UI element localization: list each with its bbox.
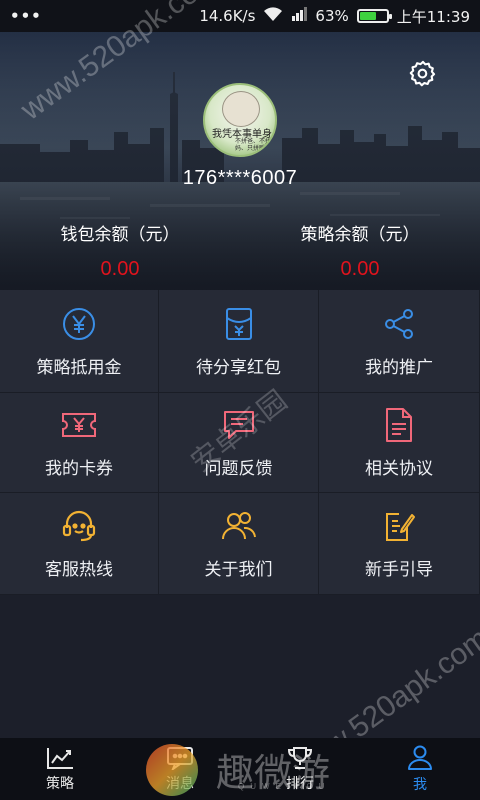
strategy-balance-value[interactable]: 0.00	[240, 258, 480, 281]
tab-label: 排行	[286, 775, 314, 792]
users-icon	[220, 507, 258, 545]
profile-header: 我凭本事单身 不拼爸、不拼妈、只拼瞬 176****6007 钱包余额（元） 策…	[0, 32, 480, 290]
menu-label: 策略抵用金	[36, 357, 122, 378]
edit-note-icon	[380, 507, 418, 545]
menu-label: 客服热线	[45, 560, 113, 580]
menu-label: 关于我们	[204, 560, 273, 580]
clock: 上午11:39	[396, 7, 470, 26]
bottom-nav: 策略 消息 排行 我	[0, 738, 480, 800]
menu-customer-hotline[interactable]: 客服热线	[0, 493, 159, 595]
brand-watermark-logo	[146, 744, 198, 796]
avatar-subcaption: 不拼爸、不拼妈、只拼瞬	[235, 138, 272, 152]
menu-agreements[interactable]: 相关协议	[319, 393, 480, 493]
menu-my-promotion[interactable]: 我的推广	[319, 290, 480, 393]
headset-icon	[60, 507, 98, 545]
yen-coin-icon	[60, 305, 98, 343]
tab-strategy[interactable]: 策略	[0, 738, 120, 800]
wallet-balance-label: 钱包余额（元）	[60, 225, 180, 245]
menu-label: 待分享红包	[196, 357, 281, 378]
battery-percent: 63%	[315, 7, 349, 25]
phone-number: 176****6007	[182, 167, 298, 189]
user-icon	[408, 745, 432, 770]
strategy-balance-label: 策略余额（元）	[300, 225, 420, 245]
red-envelope-icon	[220, 305, 258, 343]
trophy-icon	[287, 746, 313, 769]
menu-feedback[interactable]: 问题反馈	[159, 393, 319, 493]
chart-icon	[47, 747, 73, 769]
menu-about-us[interactable]: 关于我们	[159, 493, 319, 595]
menu-label: 新手引导	[365, 560, 433, 580]
menu-label: 相关协议	[365, 459, 433, 479]
tab-ranking[interactable]: 排行	[240, 738, 360, 800]
battery-icon	[356, 9, 392, 23]
gear-icon	[409, 60, 436, 87]
menu-my-coupons[interactable]: 我的卡券	[0, 393, 159, 493]
tab-label: 策略	[46, 775, 74, 792]
tab-label: 我	[413, 776, 427, 793]
menu-beginner-guide[interactable]: 新手引导	[319, 493, 480, 595]
chat-icon	[220, 406, 258, 444]
wallet-balance-value[interactable]: 0.00	[0, 258, 240, 281]
document-icon	[380, 406, 418, 444]
menu-red-packet[interactable]: 待分享红包	[159, 290, 319, 393]
avatar[interactable]: 我凭本事单身 不拼爸、不拼妈、只拼瞬	[203, 83, 277, 157]
notification-dots: •••	[10, 7, 42, 25]
menu-grid: 策略抵用金 待分享红包 我的推广 我的卡券 问题反馈 相关协议 客服热线 关于我…	[0, 290, 480, 595]
menu-label: 问题反馈	[204, 459, 273, 479]
menu-label: 我的推广	[365, 357, 433, 378]
wifi-icon	[263, 6, 283, 26]
share-icon	[380, 305, 418, 343]
menu-strategy-voucher[interactable]: 策略抵用金	[0, 290, 159, 393]
settings-button[interactable]	[406, 56, 440, 90]
status-bar: ••• 14.6K/s 63% 上午11:39	[0, 0, 480, 32]
network-speed: 14.6K/s	[199, 7, 256, 25]
status-right: 14.6K/s 63% 上午11:39	[199, 6, 470, 27]
signal-icon	[291, 7, 308, 25]
meme-face	[222, 91, 260, 127]
tab-me[interactable]: 我	[360, 738, 480, 800]
ticket-icon	[60, 406, 98, 444]
menu-label: 我的卡券	[45, 459, 113, 479]
